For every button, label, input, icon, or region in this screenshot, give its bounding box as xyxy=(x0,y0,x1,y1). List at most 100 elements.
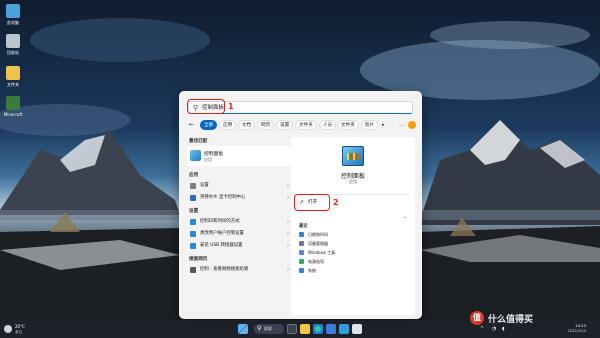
clock-icon xyxy=(299,232,304,237)
more-options-ellipsis[interactable]: … xyxy=(399,120,404,130)
result-label: 控制日和时间的方式 xyxy=(200,219,240,224)
filter-chip-documents[interactable]: 文档 xyxy=(238,120,256,130)
apps-heading: 应用 xyxy=(189,173,199,178)
recent-label: Windows 工具 xyxy=(308,250,336,255)
mail-icon[interactable] xyxy=(339,324,349,334)
web-search-heading: 搜索网页 xyxy=(189,257,208,262)
taskbar-search-button[interactable]: ⚲ 搜索 xyxy=(254,324,284,334)
chevron-down-icon[interactable]: ⌄ xyxy=(403,214,407,220)
account-avatar[interactable] xyxy=(408,121,416,129)
recent-heading: 最近 xyxy=(299,224,308,229)
minecraft-icon xyxy=(6,96,20,110)
filter-chip-folders-2[interactable]: 文件夹 xyxy=(337,120,359,130)
desktop-icon-label: 回收站 xyxy=(7,50,19,55)
desktop-icon-this-pc[interactable]: 此电脑 xyxy=(2,4,24,26)
search-icon xyxy=(190,267,196,273)
result-label: 设置 xyxy=(200,183,209,188)
best-match-name: 控制面板 xyxy=(204,152,224,157)
result-item-intel-graphics[interactable]: 英特尔® 显卡控制中心 › xyxy=(187,192,291,204)
tools-icon xyxy=(299,250,304,255)
search-icon: ⚲ xyxy=(257,325,262,332)
watermark-badge: 值 xyxy=(470,311,484,325)
settings-heading: 设置 xyxy=(189,209,199,214)
app-icon[interactable] xyxy=(352,324,362,334)
filter-chip-all[interactable]: 全部 xyxy=(200,120,218,130)
gear-icon xyxy=(190,183,196,189)
windows-start-icon[interactable] xyxy=(238,324,248,334)
desktop-icon-label: 文件夹 xyxy=(7,82,19,87)
chevron-right-icon[interactable]: › xyxy=(287,228,289,240)
result-label: 安装 USB 转接器设置 xyxy=(200,243,243,248)
chevron-right-icon[interactable]: › xyxy=(287,216,289,228)
best-match-heading: 最佳匹配 xyxy=(189,139,208,144)
store-icon[interactable] xyxy=(326,324,336,334)
intel-graphics-icon xyxy=(190,195,196,201)
recent-label: 日期和时间 xyxy=(308,232,328,237)
recycle-bin-icon xyxy=(6,34,20,48)
annotation-number-2: 2 xyxy=(333,198,339,207)
watermark-text: 什么值得买 xyxy=(488,315,534,325)
annotation-box-1 xyxy=(187,99,225,114)
control-panel-icon xyxy=(190,150,201,161)
chevron-right-icon[interactable]: › xyxy=(287,180,289,192)
weather-desc: 多云 xyxy=(15,330,23,334)
device-manager-icon xyxy=(299,241,304,246)
chevron-up-icon[interactable]: ^ xyxy=(480,322,484,336)
filter-chip-folders[interactable]: 文件夹 xyxy=(295,120,317,130)
recent-item-date-time[interactable]: 日期和时间 xyxy=(297,230,409,239)
annotation-box-2 xyxy=(294,194,330,211)
desktop-icon-recycle-bin[interactable]: 回收站 xyxy=(2,34,24,56)
control-panel-icon xyxy=(342,146,364,166)
detail-type: 应用 xyxy=(349,179,357,184)
chevron-right-icon[interactable]: › xyxy=(287,240,289,252)
monitor-icon xyxy=(6,4,20,18)
file-explorer-icon[interactable] xyxy=(300,324,310,334)
desktop-icon-label: 此电脑 xyxy=(7,20,19,25)
folder-icon xyxy=(6,66,20,80)
search-filter-bar: ← 全部 应用 文档 网页 设置 文件夹 人员 文件夹 照片 ▸ … xyxy=(189,120,416,130)
back-arrow-icon[interactable]: ← xyxy=(189,120,194,130)
recent-list: 日期和时间 设备管理器 Windows 工具 电源选项 系统 xyxy=(297,230,409,275)
recent-item-windows-tools[interactable]: Windows 工具 xyxy=(297,248,409,257)
filter-chip-people[interactable]: 人员 xyxy=(319,120,337,130)
result-item-setting-2[interactable]: 更改用户帐户控制设置 › xyxy=(187,228,291,240)
task-view-icon[interactable] xyxy=(287,324,297,334)
best-match-type: 应用 xyxy=(204,157,212,162)
usb-icon xyxy=(190,243,196,249)
result-detail-pane: 控制面板 应用 ↗ 打开 ⌄ 最近 日期和时间 设备管理器 Windows 工具 xyxy=(291,137,415,315)
result-item-setting-3[interactable]: 安装 USB 转接器设置 › xyxy=(187,240,291,252)
result-label: 英特尔® 显卡控制中心 xyxy=(200,195,246,200)
recent-label: 系统 xyxy=(308,268,316,273)
settings-page-icon xyxy=(190,219,196,225)
filter-chip-apps[interactable]: 应用 xyxy=(219,120,237,130)
recent-label: 设备管理器 xyxy=(308,241,328,246)
edge-icon[interactable] xyxy=(313,324,323,334)
chevron-right-icon[interactable]: › xyxy=(287,192,289,204)
clock-date[interactable]: 2022/10/4 xyxy=(568,329,586,333)
play-icon[interactable]: ▸ xyxy=(382,120,385,130)
recent-label: 电源选项 xyxy=(308,259,324,264)
filter-chip-settings[interactable]: 设置 xyxy=(276,120,294,130)
battery-icon xyxy=(299,259,304,264)
desktop-icon-folder[interactable]: 文件夹 xyxy=(2,66,24,88)
result-item-web[interactable]: 控制 - 查看网络搜索结果 › xyxy=(187,264,291,276)
recent-item-power-options[interactable]: 电源选项 xyxy=(297,257,409,266)
result-item-settings[interactable]: 设置 › xyxy=(187,180,291,192)
desktop-icon-label: Minecraft xyxy=(3,112,23,117)
user-account-icon xyxy=(190,231,196,237)
weather-temp: 20°C xyxy=(15,324,25,329)
filter-chip-web[interactable]: 网页 xyxy=(257,120,275,130)
desktop-icon-minecraft[interactable]: Minecraft xyxy=(2,96,24,117)
chevron-right-icon[interactable]: › xyxy=(287,264,289,276)
search-results-list: 最佳匹配 控制面板 应用 应用 设置 › 英特尔® 显卡控制中心 › 设置 控制… xyxy=(187,137,297,315)
recent-item-system[interactable]: 系统 xyxy=(297,266,409,275)
taskbar-search-label: 搜索 xyxy=(264,326,272,331)
filter-chip-photos[interactable]: 照片 xyxy=(361,120,379,130)
annotation-number-1: 1 xyxy=(228,102,234,111)
recent-item-device-manager[interactable]: 设备管理器 xyxy=(297,239,409,248)
result-item-setting-1[interactable]: 控制日和时间的方式 › xyxy=(187,216,291,228)
result-label: 控制 - 查看网络搜索结果 xyxy=(200,267,249,272)
best-match-control-panel[interactable]: 控制面板 应用 xyxy=(187,146,291,166)
clock-time[interactable]: 14:23 xyxy=(575,323,586,328)
cloud-icon xyxy=(4,325,12,333)
